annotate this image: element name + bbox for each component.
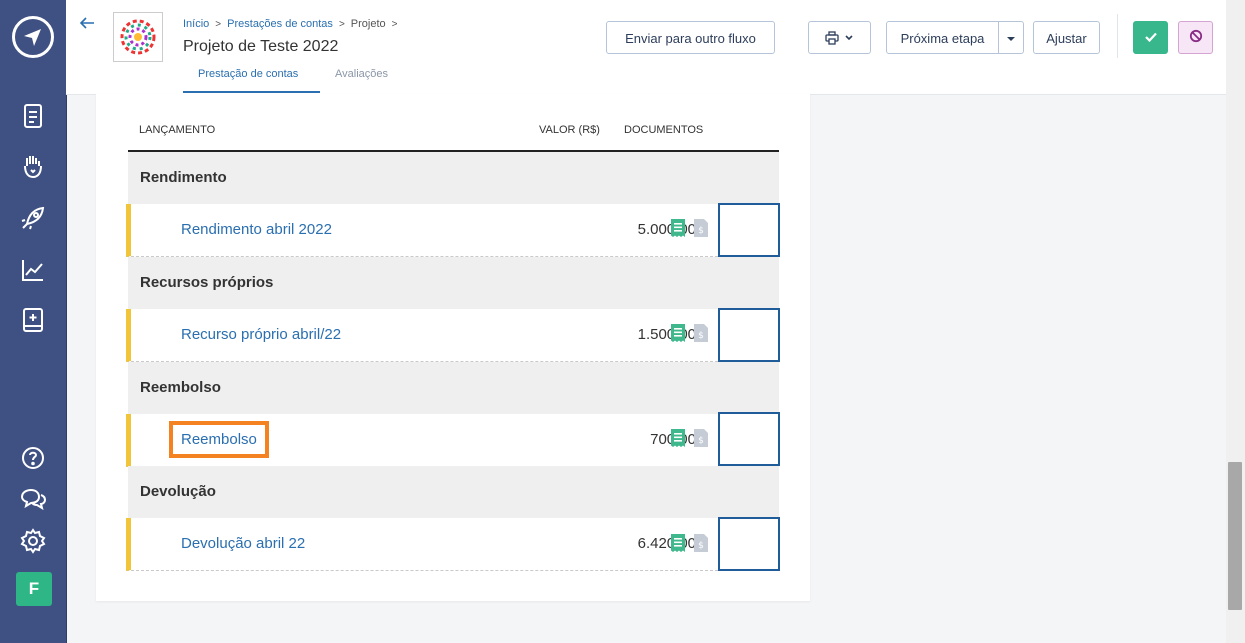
next-step-dropdown-button[interactable] — [998, 21, 1024, 54]
receipt-icon[interactable] — [670, 428, 686, 448]
page-header: Início > Prestações de contas > Projeto > Pro… — [66, 0, 1226, 95]
row-action-box[interactable] — [718, 203, 780, 257]
entry-link[interactable]: Rendimento abril 2022 — [181, 221, 332, 238]
row-action-box[interactable] — [718, 517, 780, 571]
book-plus-icon[interactable] — [19, 306, 47, 334]
help-icon[interactable] — [19, 444, 47, 472]
group-title: Recursos próprios — [140, 274, 274, 291]
document-icon[interactable] — [19, 102, 47, 130]
table-row[interactable]: Rendimento abril 2022 5.000,00 — [126, 204, 718, 257]
group-row-reembolso: Reembolso — [128, 362, 779, 414]
tab-avaliacoes[interactable]: Avaliações — [335, 68, 388, 93]
table-row[interactable]: Reembolso 700,00 — [126, 414, 718, 467]
tab-prestacao-de-contas[interactable]: Prestação de contas — [183, 68, 320, 93]
entry-link[interactable]: Recurso próprio abril/22 — [181, 326, 341, 343]
hand-heart-icon[interactable] — [19, 152, 47, 180]
chevron-right-icon: > — [391, 19, 398, 30]
svg-text:$: $ — [698, 541, 704, 551]
group-row-rendimento: Rendimento — [128, 152, 779, 204]
block-icon — [1189, 29, 1202, 43]
svg-text:$: $ — [698, 226, 704, 236]
page-title: Projeto de Teste 2022 — [183, 38, 339, 55]
header-divider — [1117, 14, 1118, 58]
invoice-file-icon[interactable]: $ — [693, 428, 709, 448]
print-button[interactable] — [808, 21, 871, 54]
column-header-valor: VALOR (R$) — [539, 124, 600, 136]
invoice-file-icon[interactable]: $ — [693, 533, 709, 553]
entry-value: 5.000,00 — [637, 221, 696, 238]
send-to-other-flow-button[interactable]: Enviar para outro fluxo — [606, 21, 775, 54]
gear-icon[interactable] — [19, 527, 47, 555]
group-title: Rendimento — [140, 169, 227, 186]
chevron-right-icon: > — [338, 19, 345, 30]
row-action-box[interactable] — [718, 308, 780, 362]
approve-button[interactable] — [1133, 21, 1168, 54]
receipt-icon[interactable] — [670, 533, 686, 553]
printer-icon — [824, 31, 853, 45]
next-step-button[interactable]: Próxima etapa — [886, 21, 999, 54]
scrollbar-thumb[interactable] — [1228, 462, 1242, 610]
group-title: Devolução — [140, 483, 216, 500]
column-header-documentos: DOCUMENTOS — [624, 124, 704, 136]
receipt-icon[interactable] — [670, 323, 686, 343]
block-button[interactable] — [1178, 21, 1213, 54]
project-thumbnail — [113, 12, 163, 62]
table-row[interactable]: Recurso próprio abril/22 1.500,00 — [126, 309, 718, 362]
chat-icon[interactable] — [19, 485, 47, 513]
app-logo[interactable] — [12, 16, 54, 58]
caret-down-icon — [1007, 37, 1015, 41]
receipt-icon[interactable] — [670, 218, 686, 238]
breadcrumb-projeto: Projeto — [350, 18, 386, 30]
rocket-icon[interactable] — [19, 204, 47, 232]
entry-value: 6.420,00 — [637, 535, 696, 552]
adjust-button[interactable]: Ajustar — [1033, 21, 1100, 54]
sidebar: F — [0, 0, 67, 643]
invoice-file-icon[interactable]: $ — [693, 323, 709, 343]
avatar[interactable]: F — [16, 572, 52, 606]
chart-line-icon[interactable] — [19, 256, 47, 284]
entry-link[interactable]: Devolução abril 22 — [181, 535, 305, 552]
column-header-lancamento: LANÇAMENTO — [139, 124, 216, 136]
row-action-box[interactable] — [718, 412, 780, 466]
breadcrumb: Início > Prestações de contas > Projeto > — [183, 18, 403, 30]
svg-text:$: $ — [698, 331, 704, 341]
scrollbar[interactable] — [1226, 0, 1245, 643]
entry-link[interactable]: Reembolso — [169, 421, 269, 458]
table-row[interactable]: Devolução abril 22 6.420,00 — [126, 518, 718, 571]
entry-value: 1.500,00 — [637, 326, 696, 343]
back-arrow-icon[interactable] — [78, 14, 96, 32]
group-title: Reembolso — [140, 379, 221, 396]
group-row-devolucao: Devolução — [128, 466, 779, 518]
svg-text:$: $ — [698, 436, 704, 446]
invoice-file-icon[interactable]: $ — [693, 218, 709, 238]
group-row-recursos-proprios: Recursos próprios — [128, 257, 779, 309]
accounts-card: LANÇAMENTO VALOR (R$) DOCUMENTOS Rendime… — [96, 94, 810, 601]
breadcrumb-prestacoes[interactable]: Prestações de contas — [227, 18, 333, 30]
chevron-right-icon: > — [215, 19, 222, 30]
check-icon — [1144, 32, 1157, 43]
breadcrumb-home[interactable]: Início — [183, 18, 209, 30]
